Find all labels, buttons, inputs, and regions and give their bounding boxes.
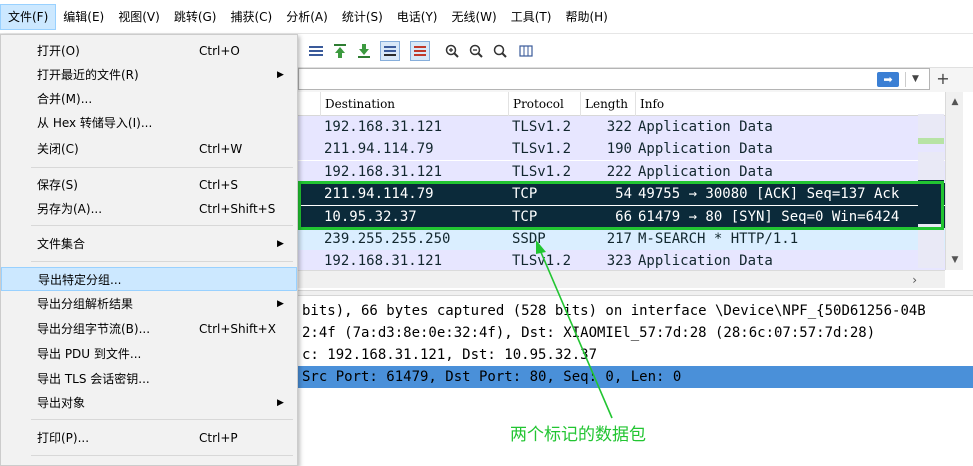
cell-destination: 192.168.31.121 bbox=[324, 253, 443, 270]
menu-separator bbox=[31, 455, 293, 456]
submenu-arrow-icon: ▶ bbox=[277, 70, 284, 80]
submenu-arrow-icon: ▶ bbox=[277, 239, 284, 249]
menu-file[interactable]: 文件(F) bbox=[0, 3, 57, 30]
menu-item-print[interactable]: 打印(P)... Ctrl+P bbox=[1, 426, 297, 450]
cell-info: Application Data bbox=[638, 119, 773, 135]
add-filter-button-icon[interactable]: + bbox=[936, 68, 950, 90]
menu-separator bbox=[31, 225, 293, 226]
menu-analyze[interactable]: 分析(A) bbox=[279, 4, 335, 30]
last-packet-icon[interactable] bbox=[354, 41, 374, 61]
cell-protocol: TLSv1.2 bbox=[512, 119, 572, 135]
cell-length: 217 bbox=[606, 231, 632, 247]
submenu-arrow-icon: ▶ bbox=[277, 398, 284, 408]
cell-length: 323 bbox=[606, 253, 632, 270]
cell-info: M-SEARCH * HTTP/1.1 bbox=[638, 231, 799, 247]
cell-protocol: TLSv1.2 bbox=[512, 163, 572, 180]
menu-item-export-packet-bytes[interactable]: 导出分组字节流(B)... Ctrl+Shift+X bbox=[1, 317, 297, 341]
menu-edit[interactable]: 编辑(E) bbox=[56, 4, 111, 30]
cell-length: 322 bbox=[606, 119, 632, 135]
menu-item-save-as[interactable]: 另存为(A)... Ctrl+Shift+S bbox=[1, 197, 297, 221]
menu-item-export-dissections[interactable]: 导出分组解析结果 ▶ bbox=[1, 292, 297, 316]
scroll-down-icon[interactable]: ▼ bbox=[946, 252, 964, 268]
marked-packets-highlight bbox=[298, 181, 944, 230]
menu-statistics[interactable]: 统计(S) bbox=[335, 4, 390, 30]
column-destination[interactable]: Destination bbox=[320, 92, 508, 116]
colorize-icon[interactable] bbox=[410, 41, 430, 61]
menu-separator bbox=[31, 167, 293, 168]
menu-item-file-set[interactable]: 文件集合 ▶ bbox=[1, 232, 297, 256]
first-packet-icon[interactable] bbox=[330, 41, 350, 61]
menu-item-save[interactable]: 保存(S) Ctrl+S bbox=[1, 173, 297, 197]
cell-protocol: TLSv1.2 bbox=[512, 141, 572, 158]
menu-item-open[interactable]: 打开(O) Ctrl+O bbox=[1, 39, 297, 63]
menu-item-export-objects[interactable]: 导出对象 ▶ bbox=[1, 391, 297, 415]
menu-item-export-pdu[interactable]: 导出 PDU 到文件... bbox=[1, 342, 297, 366]
cell-destination: 192.168.31.121 bbox=[324, 119, 443, 135]
menu-bar: 文件(F) 编辑(E) 视图(V) 跳转(G) 捕获(C) 分析(A) 统计(S… bbox=[0, 0, 973, 34]
menu-item-open-recent[interactable]: 打开最近的文件(R) ▶ bbox=[1, 63, 297, 87]
scroll-right-icon[interactable]: › bbox=[912, 271, 917, 289]
cell-info: Application Data bbox=[638, 253, 773, 270]
cell-protocol: SSDP bbox=[512, 231, 546, 247]
go-to-packet-icon[interactable] bbox=[306, 41, 326, 61]
scroll-up-icon[interactable]: ▲ bbox=[946, 94, 964, 110]
column-length[interactable]: Length bbox=[580, 92, 635, 116]
menu-item-close[interactable]: 关闭(C) Ctrl+W bbox=[1, 137, 297, 161]
menu-help[interactable]: 帮助(H) bbox=[558, 4, 614, 30]
display-filter-input[interactable]: ➡ ▼ bbox=[298, 68, 930, 90]
menu-item-export-specified-packets[interactable]: 导出特定分组... bbox=[1, 267, 297, 291]
column-protocol[interactable]: Protocol bbox=[508, 92, 580, 116]
menu-telephony[interactable]: 电话(Y) bbox=[390, 4, 445, 30]
cell-protocol: TLSv1.2 bbox=[512, 253, 572, 270]
cell-destination: 211.94.114.79 bbox=[324, 141, 434, 158]
annotation-text: 两个标记的数据包 bbox=[510, 425, 646, 445]
menu-item-export-tls-keys[interactable]: 导出 TLS 会话密钥... bbox=[1, 367, 297, 391]
menu-view[interactable]: 视图(V) bbox=[111, 4, 167, 30]
packet-list-vscroll[interactable]: ▲ ▼ bbox=[945, 92, 963, 270]
cell-length: 190 bbox=[606, 141, 632, 158]
filter-dropdown-icon[interactable]: ▼ bbox=[905, 72, 925, 87]
menu-wireless[interactable]: 无线(W) bbox=[445, 4, 504, 30]
column-info[interactable]: Info bbox=[635, 92, 945, 116]
menu-item-merge[interactable]: 合并(M)... bbox=[1, 87, 297, 111]
packet-list-hscroll[interactable]: › bbox=[298, 270, 945, 288]
zoom-in-icon[interactable] bbox=[442, 41, 462, 61]
cell-info: Application Data bbox=[638, 141, 773, 158]
zoom-normal-icon[interactable] bbox=[490, 41, 510, 61]
zoom-out-icon[interactable] bbox=[466, 41, 486, 61]
submenu-arrow-icon: ▶ bbox=[277, 299, 284, 309]
resize-columns-icon[interactable] bbox=[516, 41, 536, 61]
menu-capture[interactable]: 捕获(C) bbox=[223, 4, 279, 30]
menu-separator bbox=[31, 419, 293, 420]
cell-destination: 192.168.31.121 bbox=[324, 163, 443, 180]
menu-item-import-hex[interactable]: 从 Hex 转储导入(I)... bbox=[1, 111, 297, 135]
menu-go[interactable]: 跳转(G) bbox=[167, 4, 224, 30]
auto-scroll-icon[interactable] bbox=[380, 41, 400, 61]
apply-filter-arrow-icon[interactable]: ➡ bbox=[877, 72, 899, 87]
cell-length: 222 bbox=[606, 163, 632, 180]
file-menu-dropdown: 打开(O) Ctrl+O 打开最近的文件(R) ▶ 合并(M)... 从 Hex… bbox=[0, 34, 298, 466]
cell-destination: 239.255.255.250 bbox=[324, 231, 451, 247]
cell-info: Application Data bbox=[638, 163, 773, 180]
menu-tools[interactable]: 工具(T) bbox=[504, 4, 559, 30]
menu-separator bbox=[31, 261, 293, 262]
